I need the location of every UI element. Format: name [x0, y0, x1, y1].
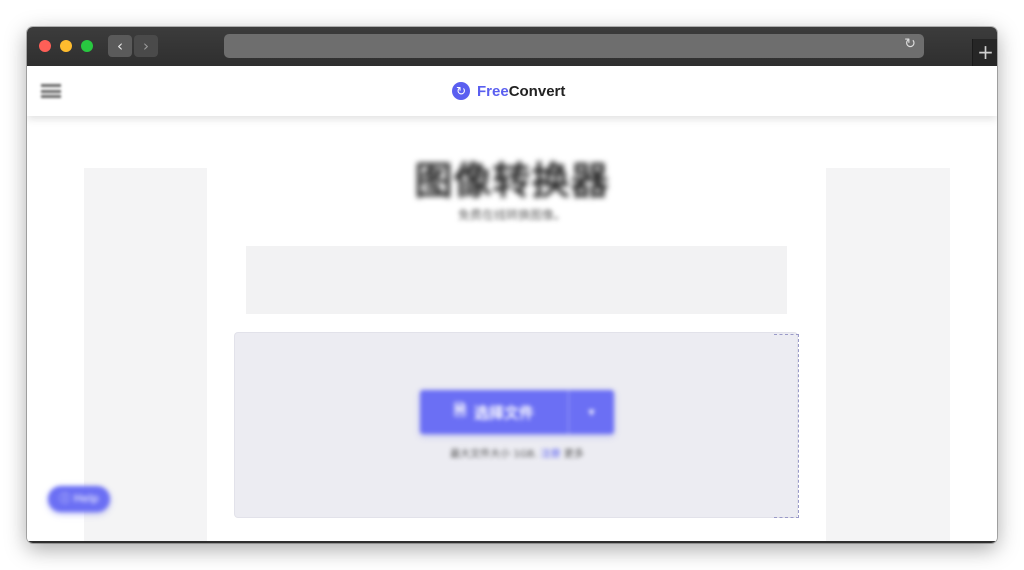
right-ad-column	[826, 168, 950, 543]
page-subtitle: 免费在线转换图像。	[457, 208, 566, 222]
site-header: ↻ Free Convert	[27, 66, 997, 116]
minimize-window-button[interactable]	[60, 40, 72, 52]
menu-icon[interactable]	[41, 84, 61, 98]
address-bar[interactable]: ↻	[224, 34, 924, 58]
reload-icon[interactable]: ↻	[904, 36, 916, 52]
upload-hint: 最大文件大小 1GB. 注册 更多	[27, 445, 997, 460]
close-window-button[interactable]	[39, 40, 51, 52]
page-title: 图像转换器	[414, 159, 610, 203]
file-icon: 🗎	[453, 400, 467, 419]
back-button[interactable]: ‹	[108, 35, 132, 57]
new-tab-button[interactable]: +	[972, 39, 997, 66]
choose-files-main[interactable]: 🗎 选择文件	[420, 390, 568, 434]
help-button[interactable]: ⓘ Help	[48, 486, 110, 512]
upload-hint-text: 最大文件大小 1GB.	[450, 449, 538, 460]
chevron-down-icon[interactable]: ▾	[569, 405, 614, 419]
choose-files-button[interactable]: 🗎 选择文件 ▾	[420, 390, 614, 434]
banner-ad	[246, 246, 787, 314]
logo-refresh-icon: ↻	[452, 82, 470, 100]
window-bottom-edge	[27, 541, 997, 543]
forward-button[interactable]: ›	[134, 35, 158, 57]
logo-text-free: Free	[477, 82, 509, 100]
plus-icon: +	[977, 40, 994, 64]
zoom-window-button[interactable]	[81, 40, 93, 52]
chevron-left-icon: ‹	[117, 37, 123, 55]
page-content: ↻ Free Convert 图像转换器 免费在线转换图像。 🗎 选择文件 ▾ …	[27, 66, 997, 543]
browser-titlebar: ‹ › ↻ +	[27, 27, 997, 66]
browser-window: ‹ › ↻ + ↻ Free Convert 图像转换器 免费在线转换图像。 🗎…	[27, 27, 997, 543]
chevron-right-icon: ›	[143, 37, 149, 55]
site-logo[interactable]: ↻ Free Convert	[452, 80, 565, 102]
signup-link[interactable]: 注册	[541, 449, 561, 460]
logo-text-convert: Convert	[508, 82, 566, 100]
upload-hint-more: 更多	[563, 449, 584, 460]
dropzone-dashed-border	[774, 334, 799, 518]
choose-files-label: 选择文件	[474, 403, 535, 422]
